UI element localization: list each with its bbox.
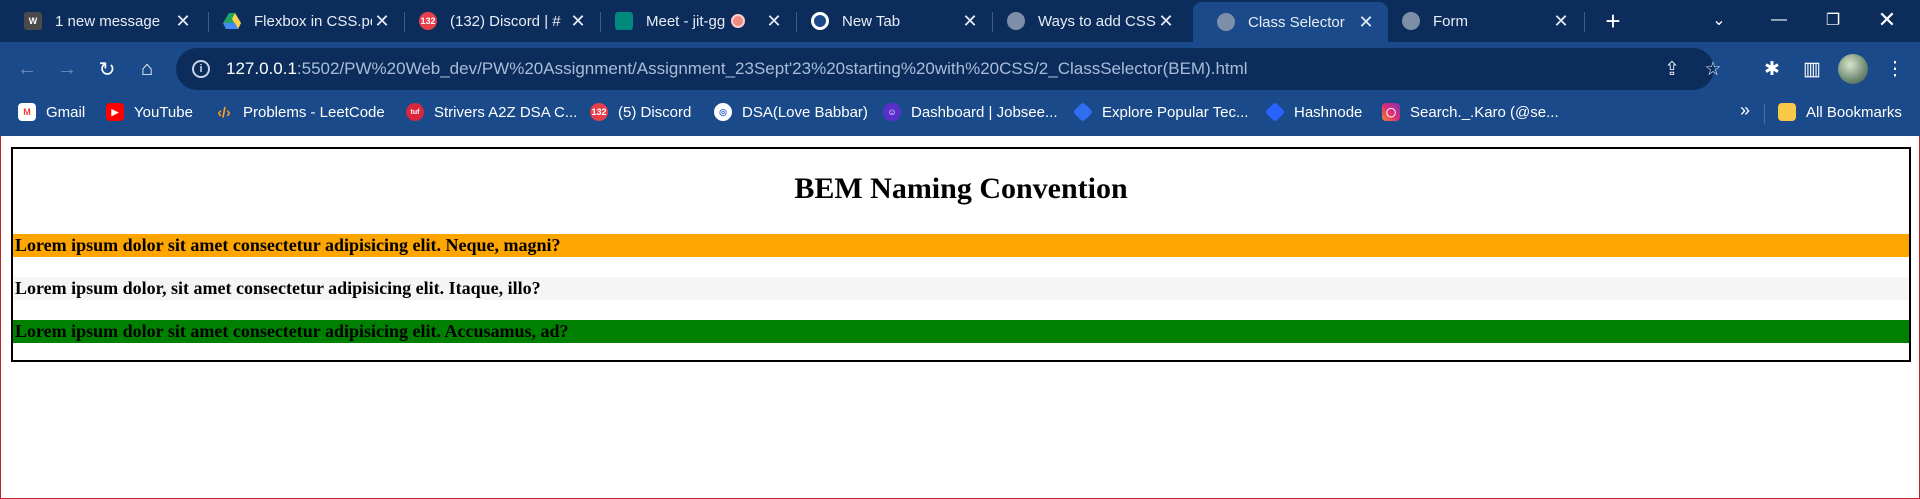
instagram-icon: ◯: [1382, 103, 1400, 121]
bookmark-label: Hashnode: [1294, 103, 1363, 121]
google-drive-icon: [223, 12, 241, 30]
close-window-button[interactable]: ✕: [1860, 0, 1914, 40]
google-meet-icon: [615, 12, 633, 30]
tab-title: (132) Discord | #: [450, 12, 561, 30]
close-icon[interactable]: ✕: [764, 11, 784, 31]
bookmark-label: Strivers A2Z DSA C...: [434, 103, 578, 121]
bookmark-leetcode[interactable]: ‹/› Problems - LeetCode: [215, 96, 385, 128]
address-bar[interactable]: i 127.0.0.1:5502/PW%20Web_dev/PW%20Assig…: [176, 48, 1722, 90]
extensions-icon[interactable]: ✱: [1757, 54, 1787, 84]
bookmark-label: YouTube: [134, 103, 193, 121]
tab-title: Form: [1433, 12, 1468, 30]
tab-flexbox-pdf[interactable]: Flexbox in CSS.pdf ✕: [199, 0, 404, 42]
tab-title: 1 new message: [55, 12, 161, 30]
side-panel-icon[interactable]: ▥: [1797, 54, 1827, 84]
globe-icon: [1217, 13, 1235, 31]
close-icon[interactable]: ✕: [568, 11, 588, 31]
bookmark-label: DSA(Love Babbar): [742, 103, 868, 121]
folder-icon: [1778, 103, 1796, 121]
tab-strip: W 1 new message ✕ Flexbox in CSS.pdf ✕ 1…: [0, 0, 1920, 42]
wordpress-icon: W: [24, 12, 42, 30]
page-viewport: BEM Naming Convention Lorem ipsum dolor …: [0, 136, 1920, 499]
toolbar: ← → ↻ ⌂ i 127.0.0.1:5502/PW%20Web_dev/PW…: [0, 42, 1920, 96]
hashnode-icon: [1264, 101, 1286, 123]
bookmark-youtube[interactable]: ▶ YouTube: [106, 96, 193, 128]
tab-discord[interactable]: 132 (132) Discord | # ✕: [395, 0, 600, 42]
tab-title: Ways to add CSS: [1038, 12, 1156, 30]
tab-title: Meet - jit-gg: [646, 12, 726, 30]
gmail-icon: M: [18, 103, 36, 121]
recording-icon: [731, 14, 746, 28]
bookmark-dsa-love-babbar[interactable]: ◎ DSA(Love Babbar): [714, 96, 868, 128]
share-icon[interactable]: ⇪: [1660, 57, 1684, 81]
diamond-icon: [1072, 101, 1094, 123]
leetcode-icon: ‹/›: [217, 104, 231, 120]
bookmark-jobseeker[interactable]: ☺ Dashboard | Jobsee...: [883, 96, 1057, 128]
close-icon[interactable]: ✕: [1156, 11, 1176, 31]
bookmark-label: Explore Popular Tec...: [1102, 103, 1249, 121]
back-button[interactable]: ←: [12, 54, 42, 84]
close-icon[interactable]: ✕: [372, 11, 392, 31]
tab-title: New Tab: [842, 12, 901, 30]
bookmark-instagram[interactable]: ◯ Search._.Karo (@se...: [1382, 96, 1559, 128]
close-icon[interactable]: ✕: [1356, 12, 1376, 32]
jobseeker-icon: ☺: [883, 103, 901, 121]
paragraph-light: Lorem ipsum dolor, sit amet consectetur …: [13, 277, 1909, 300]
bookmark-explore-popular[interactable]: Explore Popular Tec...: [1072, 96, 1249, 128]
bookmark-label: Gmail: [46, 103, 86, 121]
forward-button[interactable]: →: [52, 54, 82, 84]
menu-icon[interactable]: ⋮: [1880, 54, 1910, 84]
youtube-icon: ▶: [106, 103, 124, 121]
tab-title: Flexbox in CSS.pdf: [254, 12, 372, 30]
tab-google-meet[interactable]: Meet - jit-gg ✕: [591, 0, 796, 42]
restore-button[interactable]: ❐: [1806, 0, 1860, 40]
paragraph-orange: Lorem ipsum dolor sit amet consectetur a…: [13, 234, 1909, 257]
all-bookmarks-button[interactable]: All Bookmarks: [1778, 96, 1902, 128]
reload-button[interactable]: ↻: [92, 54, 122, 84]
discord-icon: 132: [419, 12, 437, 30]
tab-title: Class Selector: [1248, 13, 1345, 31]
close-icon[interactable]: ✕: [1551, 11, 1571, 31]
bookmark-label: Search._.Karo (@se...: [1410, 103, 1559, 121]
bookmark-gmail[interactable]: M Gmail: [18, 96, 85, 128]
tab-1-new-message[interactable]: W 1 new message ✕: [0, 0, 205, 42]
tab-search-chevron-icon[interactable]: ⌄: [1692, 0, 1746, 40]
site-info-icon[interactable]: i: [192, 60, 210, 78]
discord-icon: 132: [590, 103, 608, 121]
minimize-button[interactable]: —: [1752, 0, 1806, 40]
close-icon[interactable]: ✕: [173, 11, 193, 31]
bookmark-label: (5) Discord: [618, 103, 692, 121]
bem-container: BEM Naming Convention Lorem ipsum dolor …: [11, 147, 1911, 362]
paragraph-green: Lorem ipsum dolor sit amet consectetur a…: [13, 320, 1909, 343]
bookmark-label: Problems - LeetCode: [243, 103, 385, 121]
new-tab-button[interactable]: +: [1598, 6, 1628, 36]
home-button[interactable]: ⌂: [132, 54, 162, 84]
tab-ways-to-add-css[interactable]: Ways to add CSS ✕: [983, 0, 1188, 42]
bookmark-star-icon[interactable]: ☆: [1701, 57, 1725, 81]
url-text: 127.0.0.1:5502/PW%20Web_dev/PW%20Assignm…: [226, 59, 1248, 78]
page-title: BEM Naming Convention: [794, 172, 1128, 205]
tab-class-selector[interactable]: Class Selector ✕: [1193, 2, 1388, 42]
close-icon[interactable]: ✕: [960, 11, 980, 31]
bookmarks-bar: M Gmail ▶ YouTube ‹/› Problems - LeetCod…: [0, 96, 1920, 136]
globe-icon: [1402, 12, 1420, 30]
codehelp-icon: ◎: [714, 103, 732, 121]
bookmark-label: Dashboard | Jobsee...: [911, 103, 1058, 121]
more-bookmarks-chevron-icon[interactable]: »: [1740, 100, 1750, 121]
chrome-icon: [811, 12, 829, 30]
globe-icon: [1007, 12, 1025, 30]
bookmark-hashnode[interactable]: Hashnode: [1264, 96, 1363, 128]
tab-form[interactable]: Form ✕: [1378, 0, 1583, 42]
takeuforward-icon: tuf: [406, 103, 424, 121]
all-bookmarks-label: All Bookmarks: [1806, 103, 1902, 121]
avatar[interactable]: [1838, 54, 1868, 84]
tab-new-tab[interactable]: New Tab ✕: [787, 0, 992, 42]
bookmark-strivers[interactable]: tuf Strivers A2Z DSA C...: [406, 96, 577, 128]
bookmark-discord[interactable]: 132 (5) Discord: [590, 96, 691, 128]
